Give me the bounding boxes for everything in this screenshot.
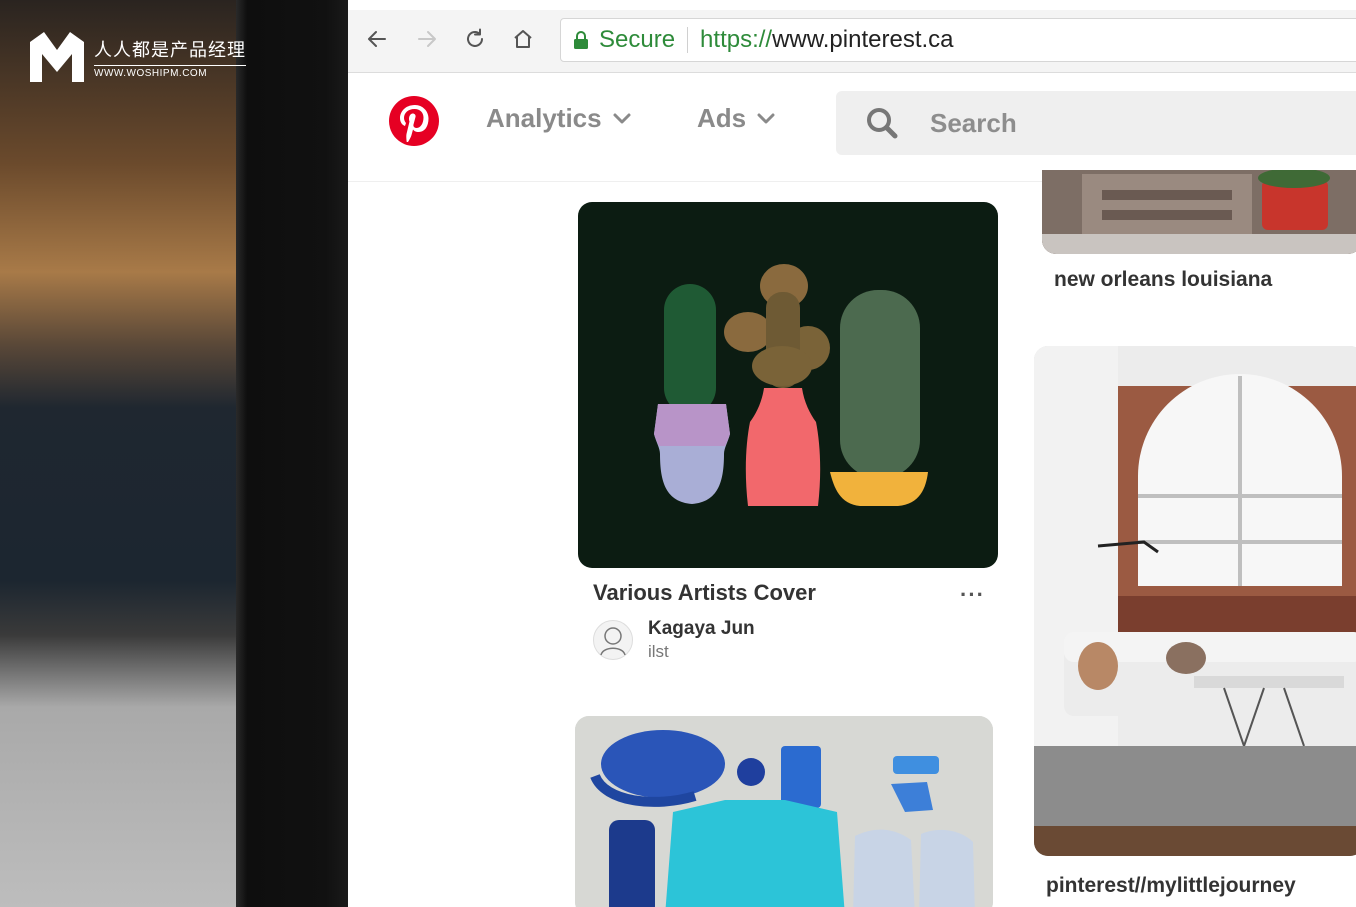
menu-analytics[interactable]: Analytics xyxy=(486,103,632,134)
watermark-en: WWW.WOSHIPM.COM xyxy=(94,64,246,79)
background-photo xyxy=(0,0,250,907)
arrow-left-icon xyxy=(368,31,386,47)
menu-ads-label: Ads xyxy=(697,103,747,133)
search-box[interactable] xyxy=(836,91,1356,155)
watermark: 人人都是产品经理 WWW.WOSHIPM.COM xyxy=(28,30,246,84)
url-host: www.pinterest.ca xyxy=(772,26,954,53)
reload-button[interactable] xyxy=(460,24,490,54)
monitor-bezel xyxy=(236,0,348,907)
reload-icon xyxy=(467,28,483,47)
home-icon xyxy=(514,30,532,48)
arrow-right-icon xyxy=(418,31,436,47)
chevron-down-icon xyxy=(757,113,775,123)
pinterest-logo-icon[interactable] xyxy=(388,95,440,147)
avatar-sketch-icon xyxy=(600,627,626,656)
pin-title[interactable]: pinterest//mylittlejourney xyxy=(1046,874,1296,898)
pin-image-clothes[interactable] xyxy=(575,716,993,907)
watermark-cn: 人人都是产品经理 xyxy=(94,39,246,60)
home-button[interactable] xyxy=(508,24,538,54)
secure-label: Secure xyxy=(599,26,676,53)
url-separator xyxy=(687,27,689,53)
clothes-photo xyxy=(575,716,993,907)
browser-toolbar: Secure https://www.pinterest.ca xyxy=(348,10,1356,73)
pin-title[interactable]: new orleans louisiana xyxy=(1054,268,1272,292)
pin-author-subtitle: ilst xyxy=(648,642,669,661)
cactus-illustration xyxy=(654,264,928,506)
search-icon xyxy=(867,108,898,139)
menu-analytics-label: Analytics xyxy=(486,103,602,133)
living-room-photo xyxy=(1034,346,1356,856)
lock-icon xyxy=(574,31,588,49)
forward-button[interactable] xyxy=(412,24,442,54)
pin-author[interactable]: Kagaya Jun xyxy=(648,618,755,640)
search-input[interactable] xyxy=(928,106,1332,140)
pin-title[interactable]: Various Artists Cover xyxy=(593,580,816,606)
avatar[interactable] xyxy=(593,620,633,660)
address-bar[interactable]: Secure https://www.pinterest.ca xyxy=(560,18,1356,62)
back-button[interactable] xyxy=(362,24,392,54)
woshipm-logo-icon xyxy=(30,32,84,82)
steps-photo xyxy=(1042,170,1356,254)
pin-image-steps[interactable] xyxy=(1042,170,1356,254)
pin-image-room[interactable] xyxy=(1034,346,1356,856)
url-scheme: https:// xyxy=(700,26,773,53)
browser-window: Secure https://www.pinterest.ca Analytic… xyxy=(348,10,1356,907)
more-options-button[interactable]: ··· xyxy=(960,582,985,608)
menu-ads[interactable]: Ads xyxy=(697,103,776,134)
chevron-down-icon xyxy=(613,113,631,123)
pinterest-header: Analytics Ads xyxy=(348,73,1356,182)
pin-image-cactus[interactable] xyxy=(578,202,998,568)
